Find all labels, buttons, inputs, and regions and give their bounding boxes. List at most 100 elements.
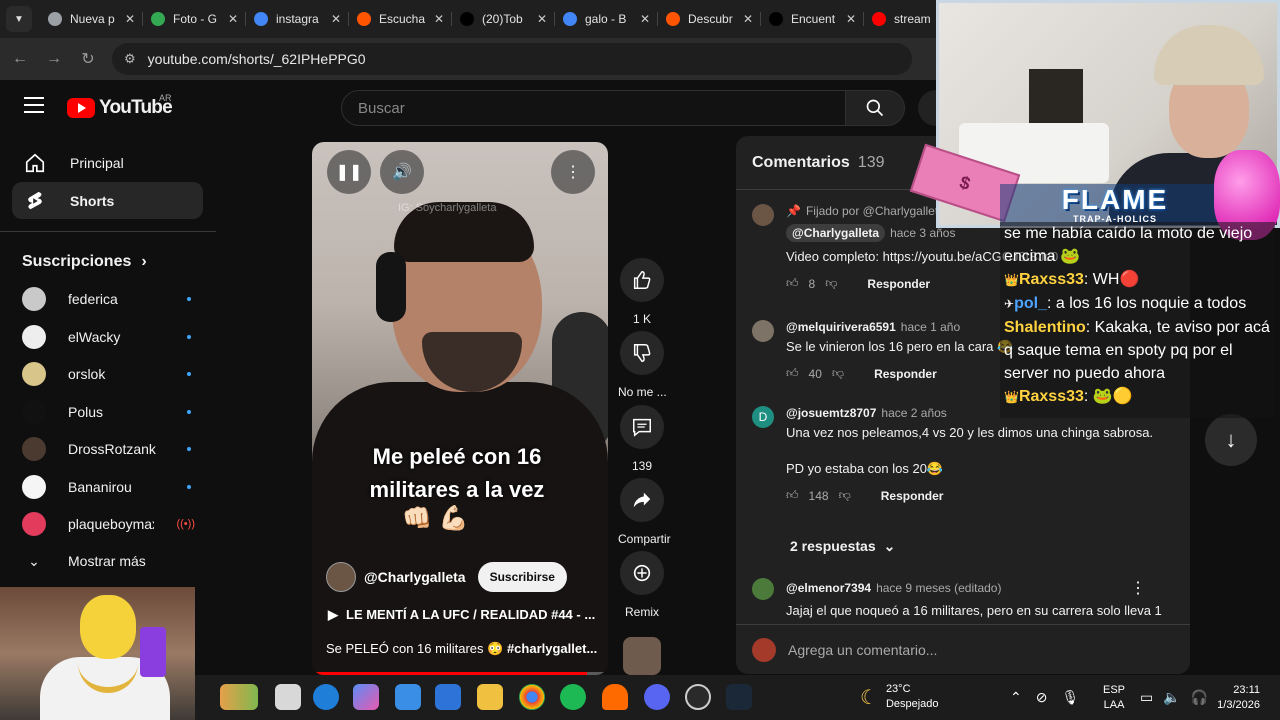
weather-widget[interactable]: ☾ 23°C Despejado <box>860 682 939 712</box>
address-bar[interactable]: ⚙ youtube.com/shorts/_62IPHePPG0 <box>112 43 912 75</box>
comment-avatar[interactable] <box>752 320 774 342</box>
chevron-up-icon[interactable]: ⌃ <box>1010 689 1022 706</box>
add-comment-input[interactable]: Agrega un comentario... <box>736 624 1190 674</box>
obs-icon[interactable] <box>685 684 711 710</box>
comment-author[interactable]: @elmenor7394 <box>786 581 871 595</box>
show-more-button[interactable]: ⌄ Mostrar más <box>12 543 203 579</box>
subscription-item[interactable]: Bananirou <box>12 469 203 505</box>
short-video-player[interactable]: IG: Soycharlygalleta ❚❚ 🔊 ⋮ Me peleé con… <box>312 142 608 675</box>
subscribe-button[interactable]: Suscribirse <box>477 562 567 592</box>
subscription-item[interactable]: federica <box>12 281 203 317</box>
reply-button[interactable]: Responder <box>867 277 930 291</box>
thumbs-down-icon[interactable]: 👎︎ <box>839 488 851 503</box>
remix-button[interactable]: Remix <box>618 551 666 619</box>
microphone-icon[interactable]: 🎙 <box>1061 689 1079 706</box>
back-icon[interactable]: ← <box>10 50 30 68</box>
pause-button[interactable]: ❚❚ <box>327 150 371 194</box>
language-indicator[interactable]: ESP LAA <box>1103 683 1125 713</box>
subscriptions-heading[interactable]: Suscripciones › <box>22 253 147 271</box>
subscription-item[interactable]: elWacky <box>12 319 203 355</box>
thumbs-down-icon[interactable]: 👎︎ <box>825 276 837 291</box>
dislike-button[interactable]: No me ... <box>618 331 667 399</box>
edge-icon[interactable] <box>313 684 339 710</box>
browser-tab[interactable]: (20)Tob ✕ <box>452 4 555 34</box>
close-tab-icon[interactable]: ✕ <box>743 12 753 26</box>
reply-button[interactable]: Responder <box>881 489 944 503</box>
browser-tab[interactable]: Encuent ✕ <box>761 4 864 34</box>
simpson-head <box>80 595 136 659</box>
close-tab-icon[interactable]: ✕ <box>846 12 856 26</box>
youtube-logo[interactable]: YouTube AR <box>67 93 173 119</box>
browser-tab[interactable]: Foto - G ✕ <box>143 4 246 34</box>
thumbs-up-icon[interactable]: 👍︎ <box>786 366 799 381</box>
hashtag-link[interactable]: #charlygallet... <box>507 641 597 656</box>
playlist-link[interactable]: ▶ LE MENTÍ A LA UFC / REALIDAD #44 - ... <box>328 607 595 623</box>
site-info-icon[interactable]: ⚙ <box>124 51 136 67</box>
comment-time[interactable]: hace 3 años <box>890 226 955 240</box>
subscription-name: DrossRotzank <box>68 441 156 457</box>
browser-tab[interactable]: galo - B ✕ <box>555 4 658 34</box>
comments-button[interactable]: 139 <box>618 405 666 473</box>
comment-time[interactable]: hace 2 años <box>881 406 946 420</box>
tab-search-button[interactable]: ▼ <box>6 6 32 32</box>
comment-author[interactable]: @melquirivera6591 <box>786 320 896 334</box>
sidebar-item-shorts[interactable]: Shorts <box>12 182 203 219</box>
subscription-item[interactable]: DrossRotzank <box>12 431 203 467</box>
volume-button[interactable]: 🔊 <box>380 150 424 194</box>
subscription-item[interactable]: Polus <box>12 394 203 430</box>
channel-avatar[interactable] <box>326 562 356 592</box>
comment-author-tag[interactable]: @Charlygalleta <box>786 224 886 242</box>
channel-name[interactable]: @Charlygalleta <box>364 569 466 585</box>
video-description[interactable]: Se PELEÓ con 16 militares 😳 #charlygalle… <box>326 641 597 657</box>
soundcloud-icon[interactable] <box>602 684 628 710</box>
close-tab-icon[interactable]: ✕ <box>125 12 135 26</box>
menu-icon[interactable] <box>24 97 44 113</box>
browser-tab[interactable]: Escucha ✕ <box>349 4 452 34</box>
comment-time[interactable]: hace 1 año <box>901 320 960 334</box>
chrome-icon[interactable] <box>519 684 545 710</box>
comment-avatar[interactable] <box>752 578 774 600</box>
store-icon[interactable] <box>395 684 421 710</box>
reply-button[interactable]: Responder <box>874 367 937 381</box>
close-tab-icon[interactable]: ✕ <box>331 12 341 26</box>
outlook-icon[interactable] <box>435 684 461 710</box>
comment-avatar[interactable] <box>752 204 774 226</box>
subscription-item[interactable]: orslok <box>12 356 203 392</box>
copilot-icon[interactable] <box>353 684 379 710</box>
thumbs-up-icon[interactable]: 👍︎ <box>786 276 799 291</box>
steam-icon[interactable] <box>726 684 752 710</box>
search-button[interactable] <box>845 90 905 126</box>
network-off-icon[interactable]: ⊘ <box>1036 689 1048 706</box>
forward-icon[interactable]: → <box>44 50 64 68</box>
reload-icon[interactable]: ↻ <box>78 49 98 69</box>
share-button[interactable]: Compartir <box>618 478 671 546</box>
explorer-icon[interactable] <box>477 684 503 710</box>
show-replies-button[interactable]: 2 respuestas ⌄ <box>790 538 895 555</box>
like-button[interactable]: 1 K <box>618 258 666 326</box>
more-vert-icon[interactable]: ⋮ <box>1130 578 1146 598</box>
comment-avatar[interactable]: D <box>752 406 774 428</box>
subscription-item[interactable]: plaqueboymax ((•)) <box>12 506 203 542</box>
clock[interactable]: 23:11 1/3/2026 <box>1215 683 1260 713</box>
browser-tab[interactable]: Nueva p ✕ <box>40 4 143 34</box>
sound-thumbnail[interactable] <box>623 637 661 675</box>
quick-settings[interactable]: ▭ 🔈 🎧 <box>1140 689 1208 706</box>
next-short-button[interactable]: ↓ <box>1205 414 1257 466</box>
discord-icon[interactable] <box>644 684 670 710</box>
widgets-icon[interactable] <box>220 684 258 710</box>
browser-tab[interactable]: instagra ✕ <box>246 4 349 34</box>
comment-author[interactable]: @josuemtz8707 <box>786 406 876 420</box>
search-input[interactable]: Buscar <box>341 90 846 126</box>
close-tab-icon[interactable]: ✕ <box>537 12 547 26</box>
thumbs-down-icon[interactable]: 👎︎ <box>832 366 844 381</box>
thumbs-up-icon[interactable]: 👍︎ <box>786 488 799 503</box>
more-options-button[interactable]: ⋮ <box>551 150 595 194</box>
close-tab-icon[interactable]: ✕ <box>434 12 444 26</box>
browser-tab[interactable]: Descubr ✕ <box>658 4 761 34</box>
close-tab-icon[interactable]: ✕ <box>640 12 650 26</box>
comment-time[interactable]: hace 9 meses (editado) <box>876 581 1001 595</box>
close-tab-icon[interactable]: ✕ <box>228 12 238 26</box>
sidebar-item-principal[interactable]: Principal <box>12 144 203 181</box>
task-view-icon[interactable] <box>275 684 301 710</box>
spotify-icon[interactable] <box>560 684 586 710</box>
